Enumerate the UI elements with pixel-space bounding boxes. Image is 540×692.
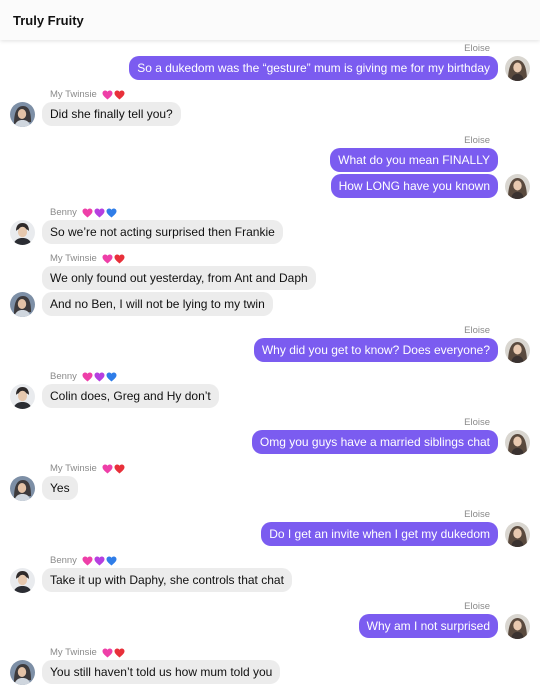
avatar-benny[interactable] <box>10 568 35 593</box>
avatar-eloise[interactable] <box>505 174 530 199</box>
sender-name-row: Benny <box>50 207 117 219</box>
sender-name: Eloise <box>464 135 490 146</box>
red-heart-icon <box>114 648 125 658</box>
blue-heart-icon <box>106 372 117 382</box>
sender-name-row: My Twinsie <box>50 89 125 101</box>
sender-name-row: Benny <box>50 555 117 567</box>
message-bubble-sent[interactable]: Why did you get to know? Does everyone? <box>253 338 498 362</box>
message-bubble-received[interactable]: And no Ben, I will not be lying to my tw… <box>42 292 273 316</box>
sender-name: Eloise <box>464 601 490 612</box>
sender-name-row: My Twinsie <box>50 463 125 475</box>
sender-name: Benny <box>50 371 77 382</box>
sender-name: My Twinsie <box>50 89 97 100</box>
sender-name: Eloise <box>464 325 490 336</box>
sender-name: My Twinsie <box>50 647 97 658</box>
message-bubble-sent[interactable]: Omg you guys have a married siblings cha… <box>251 430 498 454</box>
pink-heart-icon <box>102 648 113 658</box>
message-bubble-sent[interactable]: How LONG have you known <box>330 174 498 198</box>
red-heart-icon <box>114 90 125 100</box>
blue-heart-icon <box>106 556 117 566</box>
pink-heart-icon <box>102 90 113 100</box>
avatar-twinsie[interactable] <box>10 102 35 127</box>
avatar-eloise[interactable] <box>505 430 530 455</box>
sender-name: Eloise <box>464 417 490 428</box>
sender-name: My Twinsie <box>50 253 97 264</box>
sender-name: Eloise <box>464 509 490 520</box>
pink-heart-icon <box>82 208 93 218</box>
avatar-twinsie[interactable] <box>10 660 35 685</box>
sender-name-row: My Twinsie <box>50 253 125 265</box>
message-bubble-sent[interactable]: What do you mean FINALLY <box>330 148 498 172</box>
message-bubble-sent[interactable]: Why am I not surprised <box>358 614 498 638</box>
message-bubble-sent[interactable]: So a dukedom was the “gesture” mum is gi… <box>129 56 498 80</box>
blue-heart-icon <box>106 208 117 218</box>
avatar-twinsie[interactable] <box>10 476 35 501</box>
avatar-twinsie[interactable] <box>10 292 35 317</box>
avatar-benny[interactable] <box>10 384 35 409</box>
chat-header: Truly Fruity <box>0 0 540 40</box>
red-heart-icon <box>114 464 125 474</box>
purple-heart-icon <box>94 208 105 218</box>
avatar-benny[interactable] <box>10 220 35 245</box>
message-bubble-sent[interactable]: Do I get an invite when I get my dukedom <box>261 522 498 546</box>
avatar-eloise[interactable] <box>505 614 530 639</box>
pink-heart-icon <box>82 556 93 566</box>
message-bubble-received[interactable]: Yes <box>42 476 78 500</box>
avatar-eloise[interactable] <box>505 56 530 81</box>
message-bubble-received[interactable]: Take it up with Daphy, she controls that… <box>42 568 292 592</box>
sender-name: My Twinsie <box>50 463 97 474</box>
purple-heart-icon <box>94 372 105 382</box>
pink-heart-icon <box>82 372 93 382</box>
sender-name: Benny <box>50 555 77 566</box>
message-bubble-received[interactable]: Colin does, Greg and Hy don’t <box>42 384 219 408</box>
sender-name: Benny <box>50 207 77 218</box>
sender-name-row: Benny <box>50 371 117 383</box>
message-bubble-received[interactable]: Did she finally tell you? <box>42 102 181 126</box>
chat-title: Truly Fruity <box>13 13 84 28</box>
sender-name: Eloise <box>464 43 490 54</box>
sender-name-row: My Twinsie <box>50 647 125 659</box>
message-bubble-received[interactable]: So we’re not acting surprised then Frank… <box>42 220 283 244</box>
avatar-eloise[interactable] <box>505 338 530 363</box>
avatar-eloise[interactable] <box>505 522 530 547</box>
message-bubble-received[interactable]: We only found out yesterday, from Ant an… <box>42 266 316 290</box>
pink-heart-icon <box>102 464 113 474</box>
pink-heart-icon <box>102 254 113 264</box>
message-bubble-received[interactable]: You still haven’t told us how mum told y… <box>42 660 281 684</box>
red-heart-icon <box>114 254 125 264</box>
purple-heart-icon <box>94 556 105 566</box>
